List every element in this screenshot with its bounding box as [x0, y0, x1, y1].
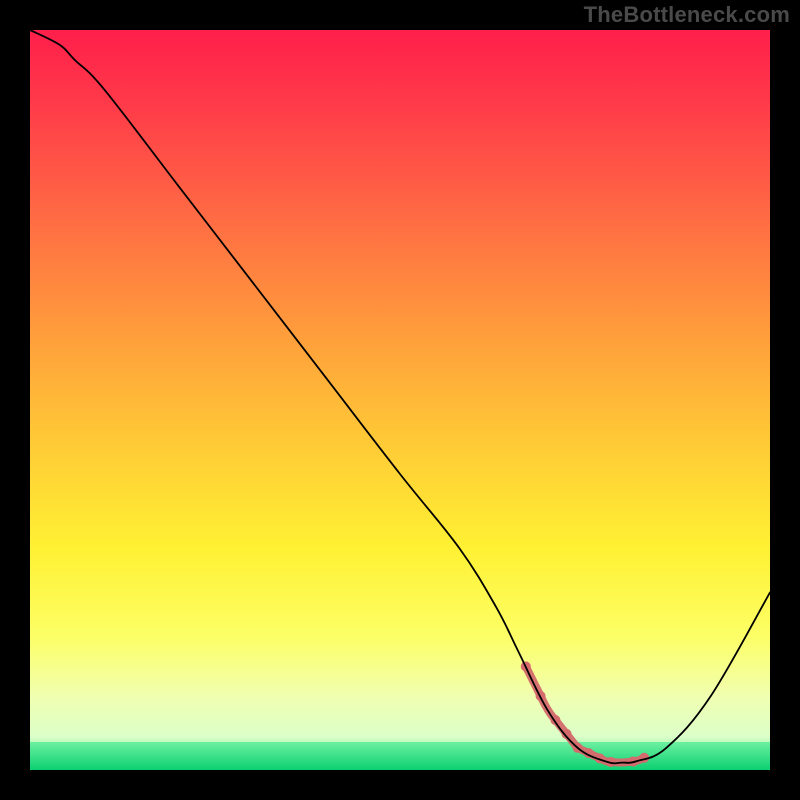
plot-area	[30, 30, 770, 770]
chart-frame: TheBottleneck.com	[0, 0, 800, 800]
highlight-segment	[526, 666, 644, 762]
watermark-text: TheBottleneck.com	[584, 2, 790, 28]
bottleneck-curve	[30, 30, 770, 763]
highlight-dots	[521, 661, 649, 767]
curve-layer	[30, 30, 770, 770]
